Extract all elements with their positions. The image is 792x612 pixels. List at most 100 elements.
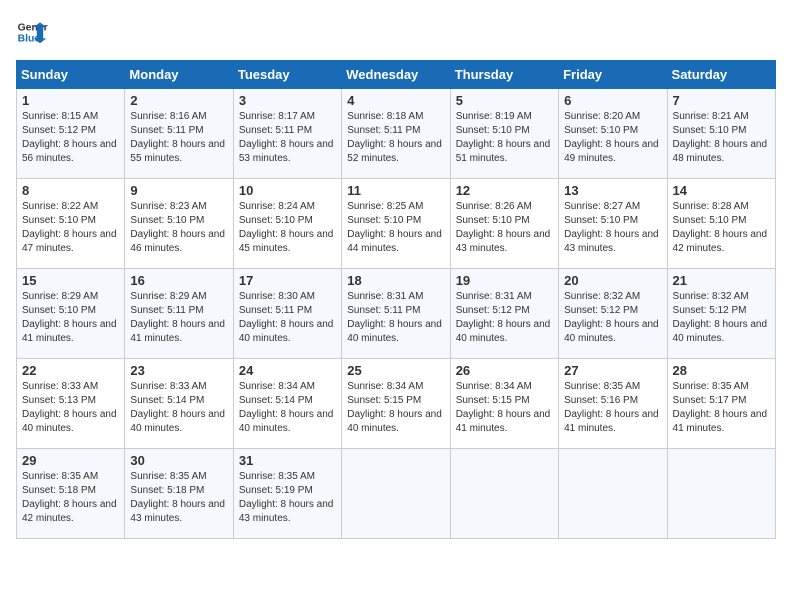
sunrise-label: Sunrise: 8:31 AM: [456, 291, 532, 302]
sunset-label: Sunset: 5:10 PM: [456, 125, 530, 136]
sunrise-label: Sunrise: 8:35 AM: [22, 471, 98, 482]
sunset-label: Sunset: 5:12 PM: [673, 305, 747, 316]
daylight-label: Daylight: 8 hours and 40 minutes.: [22, 409, 117, 434]
calendar-cell: 13Sunrise: 8:27 AMSunset: 5:10 PMDayligh…: [559, 179, 667, 269]
day-number: 2: [130, 93, 227, 108]
calendar-cell: 1Sunrise: 8:15 AMSunset: 5:12 PMDaylight…: [17, 89, 125, 179]
sunrise-label: Sunrise: 8:24 AM: [239, 201, 315, 212]
sunrise-label: Sunrise: 8:18 AM: [347, 111, 423, 122]
cell-content: Sunrise: 8:16 AMSunset: 5:11 PMDaylight:…: [130, 110, 227, 166]
daylight-label: Daylight: 8 hours and 43 minutes.: [564, 229, 659, 254]
calendar-week-row: 22Sunrise: 8:33 AMSunset: 5:13 PMDayligh…: [17, 359, 776, 449]
cell-content: Sunrise: 8:18 AMSunset: 5:11 PMDaylight:…: [347, 110, 444, 166]
calendar-cell: 23 Sunrise: 8:33 AMSunset: 5:14 PMDayligh…: [125, 359, 233, 449]
sunset-label: Sunset: 5:11 PM: [239, 305, 312, 316]
day-number: 5: [456, 93, 553, 108]
sunset-label: Sunset: 5:10 PM: [22, 305, 96, 316]
daylight-label: Daylight: 8 hours and 42 minutes.: [673, 229, 768, 254]
calendar-cell: 4 Sunrise: 8:18 AMSunset: 5:11 PMDaylight…: [342, 89, 450, 179]
day-header-sunday: Sunday: [17, 61, 125, 89]
daylight-label: Daylight: 8 hours and 41 minutes.: [673, 409, 768, 434]
calendar-cell: 14 Sunrise: 8:28 AMSunset: 5:10 PMDayligh…: [667, 179, 775, 269]
sunset-label: Sunset: 5:18 PM: [130, 485, 204, 496]
day-number: 22: [22, 363, 119, 378]
calendar-week-row: 29Sunrise: 8:35 AMSunset: 5:18 PMDayligh…: [17, 449, 776, 539]
calendar-cell: 17Sunrise: 8:30 AMSunset: 5:11 PMDayligh…: [233, 269, 341, 359]
calendar-cell: 21Sunrise: 8:32 AMSunset: 5:12 PMDayligh…: [667, 269, 775, 359]
cell-content: Sunrise: 8:17 AMSunset: 5:11 PMDaylight:…: [239, 110, 336, 166]
day-header-thursday: Thursday: [450, 61, 558, 89]
cell-content: Sunrise: 8:31 AMSunset: 5:12 PMDaylight:…: [456, 290, 553, 346]
day-header-monday: Monday: [125, 61, 233, 89]
sunset-label: Sunset: 5:10 PM: [347, 215, 421, 226]
calendar-cell: 11Sunrise: 8:25 AMSunset: 5:10 PMDayligh…: [342, 179, 450, 269]
daylight-label: Daylight: 8 hours and 41 minutes.: [456, 409, 551, 434]
sunset-label: Sunset: 5:15 PM: [456, 395, 530, 406]
cell-content: Sunrise: 8:28 AMSunset: 5:10 PMDaylight:…: [673, 200, 770, 256]
day-number: 26: [456, 363, 553, 378]
calendar-cell: 9Sunrise: 8:23 AMSunset: 5:10 PMDaylight…: [125, 179, 233, 269]
calendar-cell: 26Sunrise: 8:34 AMSunset: 5:15 PMDayligh…: [450, 359, 558, 449]
sunrise-label: Sunrise: 8:34 AM: [239, 381, 315, 392]
day-number: 23: [130, 363, 227, 378]
sunset-label: Sunset: 5:10 PM: [673, 125, 747, 136]
calendar-cell: 10Sunrise: 8:24 AMSunset: 5:10 PMDayligh…: [233, 179, 341, 269]
day-number: 17: [239, 273, 336, 288]
day-number: 7: [673, 93, 770, 108]
cell-content: Sunrise: 8:34 AMSunset: 5:15 PMDaylight:…: [347, 380, 444, 436]
calendar-cell: 3Sunrise: 8:17 AMSunset: 5:11 PMDaylight…: [233, 89, 341, 179]
calendar-cell: 29Sunrise: 8:35 AMSunset: 5:18 PMDayligh…: [17, 449, 125, 539]
sunrise-label: Sunrise: 8:31 AM: [347, 291, 423, 302]
day-number: 20: [564, 273, 661, 288]
daylight-label: Daylight: 8 hours and 40 minutes.: [130, 409, 225, 434]
calendar-cell: 31 Sunrise: 8:35 AMSunset: 5:19 PMDayligh…: [233, 449, 341, 539]
sunrise-label: Sunrise: 8:32 AM: [564, 291, 640, 302]
cell-content: Sunrise: 8:32 AMSunset: 5:12 PMDaylight:…: [564, 290, 661, 346]
calendar-cell: 28Sunrise: 8:35 AMSunset: 5:17 PMDayligh…: [667, 359, 775, 449]
sunrise-label: Sunrise: 8:15 AM: [22, 111, 98, 122]
logo: General Blue: [16, 16, 48, 48]
day-number: 27: [564, 363, 661, 378]
day-number: 29: [22, 453, 119, 468]
day-number: 4: [347, 93, 444, 108]
sunrise-label: Sunrise: 8:21 AM: [673, 111, 749, 122]
sunset-label: Sunset: 5:11 PM: [130, 305, 203, 316]
calendar-cell: [450, 449, 558, 539]
day-number: 11: [347, 183, 444, 198]
day-number: 31: [239, 453, 336, 468]
sunrise-label: Sunrise: 8:35 AM: [239, 471, 315, 482]
cell-content: Sunrise: 8:29 AMSunset: 5:10 PMDaylight:…: [22, 290, 119, 346]
sunrise-label: Sunrise: 8:32 AM: [673, 291, 749, 302]
sunrise-label: Sunrise: 8:17 AM: [239, 111, 315, 122]
day-number: 10: [239, 183, 336, 198]
cell-content: Sunrise: 8:15 AMSunset: 5:12 PMDaylight:…: [22, 110, 119, 166]
sunrise-label: Sunrise: 8:22 AM: [22, 201, 98, 212]
day-number: 28: [673, 363, 770, 378]
sunset-label: Sunset: 5:17 PM: [673, 395, 747, 406]
calendar-cell: 22Sunrise: 8:33 AMSunset: 5:13 PMDayligh…: [17, 359, 125, 449]
cell-content: Sunrise: 8:33 AMSunset: 5:14 PMDaylight:…: [130, 380, 227, 436]
day-number: 14: [673, 183, 770, 198]
cell-content: Sunrise: 8:31 AMSunset: 5:11 PMDaylight:…: [347, 290, 444, 346]
sunset-label: Sunset: 5:11 PM: [239, 125, 312, 136]
sunset-label: Sunset: 5:12 PM: [22, 125, 96, 136]
day-header-saturday: Saturday: [667, 61, 775, 89]
day-number: 16: [130, 273, 227, 288]
calendar-cell: 25Sunrise: 8:34 AMSunset: 5:15 PMDayligh…: [342, 359, 450, 449]
sunset-label: Sunset: 5:18 PM: [22, 485, 96, 496]
sunrise-label: Sunrise: 8:33 AM: [22, 381, 98, 392]
sunrise-label: Sunrise: 8:26 AM: [456, 201, 532, 212]
daylight-label: Daylight: 8 hours and 41 minutes.: [130, 319, 225, 344]
calendar-cell: 30Sunrise: 8:35 AMSunset: 5:18 PMDayligh…: [125, 449, 233, 539]
day-number: 18: [347, 273, 444, 288]
sunset-label: Sunset: 5:16 PM: [564, 395, 638, 406]
day-number: 30: [130, 453, 227, 468]
calendar-cell: 6Sunrise: 8:20 AMSunset: 5:10 PMDaylight…: [559, 89, 667, 179]
day-number: 24: [239, 363, 336, 378]
cell-content: Sunrise: 8:35 AMSunset: 5:19 PMDaylight:…: [239, 470, 336, 526]
daylight-label: Daylight: 8 hours and 40 minutes.: [456, 319, 551, 344]
calendar-cell: 27Sunrise: 8:35 AMSunset: 5:16 PMDayligh…: [559, 359, 667, 449]
daylight-label: Daylight: 8 hours and 41 minutes.: [564, 409, 659, 434]
calendar-cell: 24Sunrise: 8:34 AMSunset: 5:14 PMDayligh…: [233, 359, 341, 449]
cell-content: Sunrise: 8:32 AMSunset: 5:12 PMDaylight:…: [673, 290, 770, 346]
